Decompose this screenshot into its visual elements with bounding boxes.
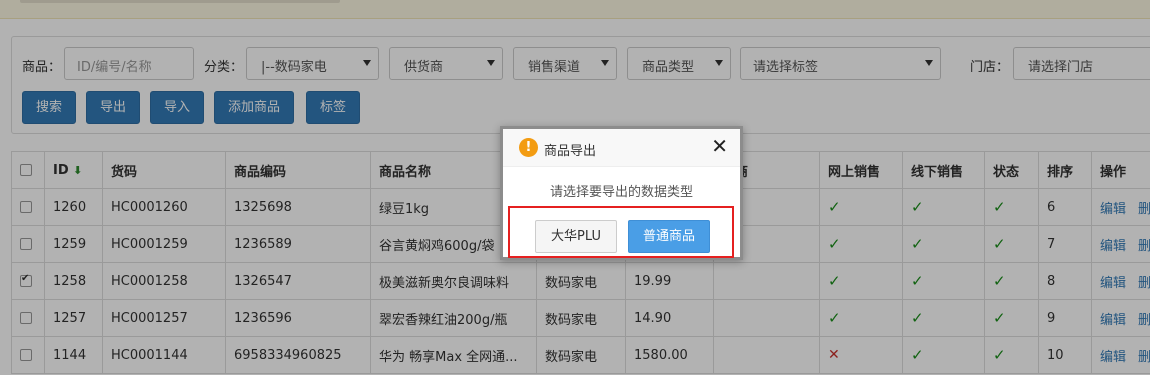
export-normal-product-button[interactable]: 普通商品	[628, 220, 710, 253]
export-dahua-plu-button[interactable]: 大华PLU	[535, 220, 617, 253]
dialog-header: ! 商品导出 ✕	[503, 129, 740, 167]
close-icon[interactable]: ✕	[711, 136, 728, 156]
warning-icon: !	[519, 138, 538, 157]
export-dialog: ! 商品导出 ✕ 请选择要导出的数据类型 大华PLU 普通商品	[500, 126, 743, 260]
dialog-title: 商品导出	[544, 144, 597, 159]
dialog-message: 请选择要导出的数据类型	[549, 185, 693, 200]
